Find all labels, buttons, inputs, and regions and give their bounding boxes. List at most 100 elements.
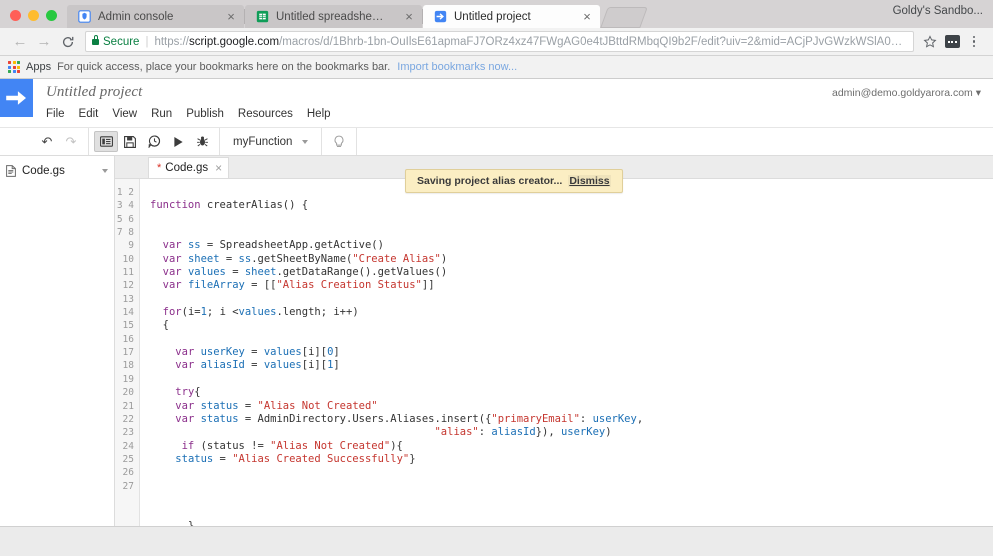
editor-tab-code-gs[interactable]: * Code.gs × xyxy=(148,157,230,178)
toast-message: Saving project alias creator... xyxy=(417,175,563,187)
redo-button[interactable]: ↷ xyxy=(59,131,83,152)
debug-button[interactable] xyxy=(190,131,214,152)
apps-script-icon xyxy=(434,10,447,23)
arrow-right-icon xyxy=(5,91,26,105)
saving-toast: Saving project alias creator... Dismiss xyxy=(405,169,623,193)
version-history-button[interactable] xyxy=(142,131,166,152)
browser-toolbar: ← → Secure | https://script.google.com/m… xyxy=(0,28,993,56)
extension-button[interactable] xyxy=(941,31,963,53)
code-surface[interactable]: 1 2 3 4 5 6 7 8 9 10 11 12 13 14 15 16 1… xyxy=(115,179,993,526)
menu-view[interactable]: View xyxy=(112,106,146,122)
page-title[interactable]: Untitled project xyxy=(46,84,345,101)
reload-icon[interactable] xyxy=(56,30,80,54)
toolbar-group-help xyxy=(322,128,358,155)
header-body: Untitled project File Edit View Run Publ… xyxy=(33,79,345,127)
browser-tab-title: Untitled project xyxy=(454,10,531,23)
browser-tab-apps-script[interactable]: Untitled project × xyxy=(423,5,600,28)
chrome-menu-button[interactable] xyxy=(963,31,985,53)
apps-grid-icon xyxy=(8,61,20,73)
back-button[interactable]: ← xyxy=(8,30,32,54)
sidebar-item-code-gs[interactable]: Code.gs xyxy=(0,160,114,182)
undo-button[interactable]: ↶ xyxy=(35,131,59,152)
sidebar-file-label: Code.gs xyxy=(22,165,65,177)
lightbulb-icon xyxy=(334,135,344,147)
save-icon xyxy=(124,135,136,148)
unsaved-marker-icon: * xyxy=(157,161,162,174)
url-text: https://script.google.com/macros/d/1Bhrb… xyxy=(154,36,907,48)
code-editor: * Code.gs × 1 2 3 4 5 6 7 8 9 10 11 12 1… xyxy=(115,156,993,526)
save-button[interactable] xyxy=(118,131,142,152)
browser-window: Admin console × Untitled spreadsheet - G… xyxy=(0,0,993,556)
help-hint-button[interactable] xyxy=(327,131,351,152)
chevron-down-icon: ▾ xyxy=(975,87,981,99)
menu-run[interactable]: Run xyxy=(151,106,181,122)
menu-file[interactable]: File xyxy=(46,106,74,122)
close-editor-tab-button[interactable]: × xyxy=(215,161,222,175)
line-number-gutter: 1 2 3 4 5 6 7 8 9 10 11 12 13 14 15 16 1… xyxy=(115,179,140,526)
apps-script-header: Untitled project File Edit View Run Publ… xyxy=(0,79,993,193)
browser-tab-admin-console[interactable]: Admin console × xyxy=(67,5,244,28)
user-email-label: admin@demo.goldyarora.com xyxy=(831,87,973,99)
debug-bug-icon xyxy=(196,136,208,147)
file-sidebar: Code.gs xyxy=(0,156,115,526)
bookmark-star-icon[interactable] xyxy=(919,31,941,53)
reload-icon-glyph xyxy=(62,36,74,47)
close-window-button[interactable] xyxy=(10,10,21,21)
play-icon xyxy=(173,136,183,147)
close-tab-button[interactable]: × xyxy=(581,10,593,23)
browser-tab-strip: Admin console × Untitled spreadsheet - G… xyxy=(0,0,993,28)
url-scheme: https:// xyxy=(154,35,189,48)
menu-bar: File Edit View Run Publish Resources Hel… xyxy=(46,106,345,122)
admin-console-icon xyxy=(78,10,91,23)
lock-icon xyxy=(92,35,99,45)
menu-edit[interactable]: Edit xyxy=(79,106,108,122)
chevron-down-icon xyxy=(302,139,309,144)
editor-tab-label: Code.gs xyxy=(165,162,209,174)
bookmarks-hint: For quick access, place your bookmarks h… xyxy=(57,61,391,73)
address-bar[interactable]: Secure | https://script.google.com/macro… xyxy=(85,31,914,52)
status-bar xyxy=(0,526,993,556)
main-area: Code.gs * Code.gs × 1 2 3 4 5 6 7 8 9 10… xyxy=(0,156,993,526)
toast-dismiss-link[interactable]: Dismiss xyxy=(568,175,611,187)
gs-file-icon xyxy=(6,165,16,177)
import-bookmarks-link[interactable]: Import bookmarks now... xyxy=(397,61,517,73)
browser-tab-spreadsheet[interactable]: Untitled spreadsheet - Google × xyxy=(245,5,422,28)
project-properties-icon xyxy=(99,136,113,147)
url-path: /macros/d/1Bhrb-1bn-OuIlsE61apmaFJ7ORz4x… xyxy=(279,35,907,48)
window-controls xyxy=(0,10,67,28)
version-history-icon xyxy=(148,135,160,148)
sheets-icon xyxy=(256,10,269,23)
menu-help[interactable]: Help xyxy=(307,106,340,122)
project-properties-button[interactable] xyxy=(94,131,118,152)
close-tab-button[interactable]: × xyxy=(225,10,237,23)
toolbar-group-history: ↶ ↷ xyxy=(30,128,89,155)
menu-publish[interactable]: Publish xyxy=(186,106,233,122)
user-account-menu[interactable]: admin@demo.goldyarora.com ▾ xyxy=(832,87,981,99)
browser-tab-title: Admin console xyxy=(98,10,174,23)
toolbar-group-actions xyxy=(89,128,220,155)
function-select[interactable]: myFunction xyxy=(225,136,316,148)
menu-resources[interactable]: Resources xyxy=(238,106,302,122)
forward-button[interactable]: → xyxy=(32,30,56,54)
extension-icon xyxy=(944,35,960,48)
kebab-menu-icon xyxy=(972,35,976,48)
close-tab-button[interactable]: × xyxy=(403,10,415,23)
bookmarks-bar: Apps For quick access, place your bookma… xyxy=(0,56,993,79)
apps-script-arrow-logo[interactable] xyxy=(0,79,33,117)
function-select-value: myFunction xyxy=(233,135,293,148)
code-text[interactable]: function createrAlias() { var ss = Sprea… xyxy=(140,179,993,526)
maximize-window-button[interactable] xyxy=(46,10,57,21)
star-icon xyxy=(923,34,937,48)
secure-label: Secure xyxy=(103,35,140,48)
minimize-window-button[interactable] xyxy=(28,10,39,21)
run-button[interactable] xyxy=(166,131,190,152)
file-options-caret-icon[interactable] xyxy=(102,169,108,173)
omnibox-divider: | xyxy=(145,35,149,48)
apps-bookmark-label[interactable]: Apps xyxy=(26,61,51,73)
browser-tab-title: Untitled spreadsheet - Google xyxy=(276,10,389,23)
url-host: script.google.com xyxy=(188,35,280,48)
new-tab-button[interactable] xyxy=(600,7,648,28)
toolbar-group-function: myFunction xyxy=(220,128,323,155)
profile-name-label[interactable]: Goldy's Sandbo... xyxy=(893,5,983,17)
editor-toolbar: ↶ ↷ myFunction xyxy=(0,128,993,156)
